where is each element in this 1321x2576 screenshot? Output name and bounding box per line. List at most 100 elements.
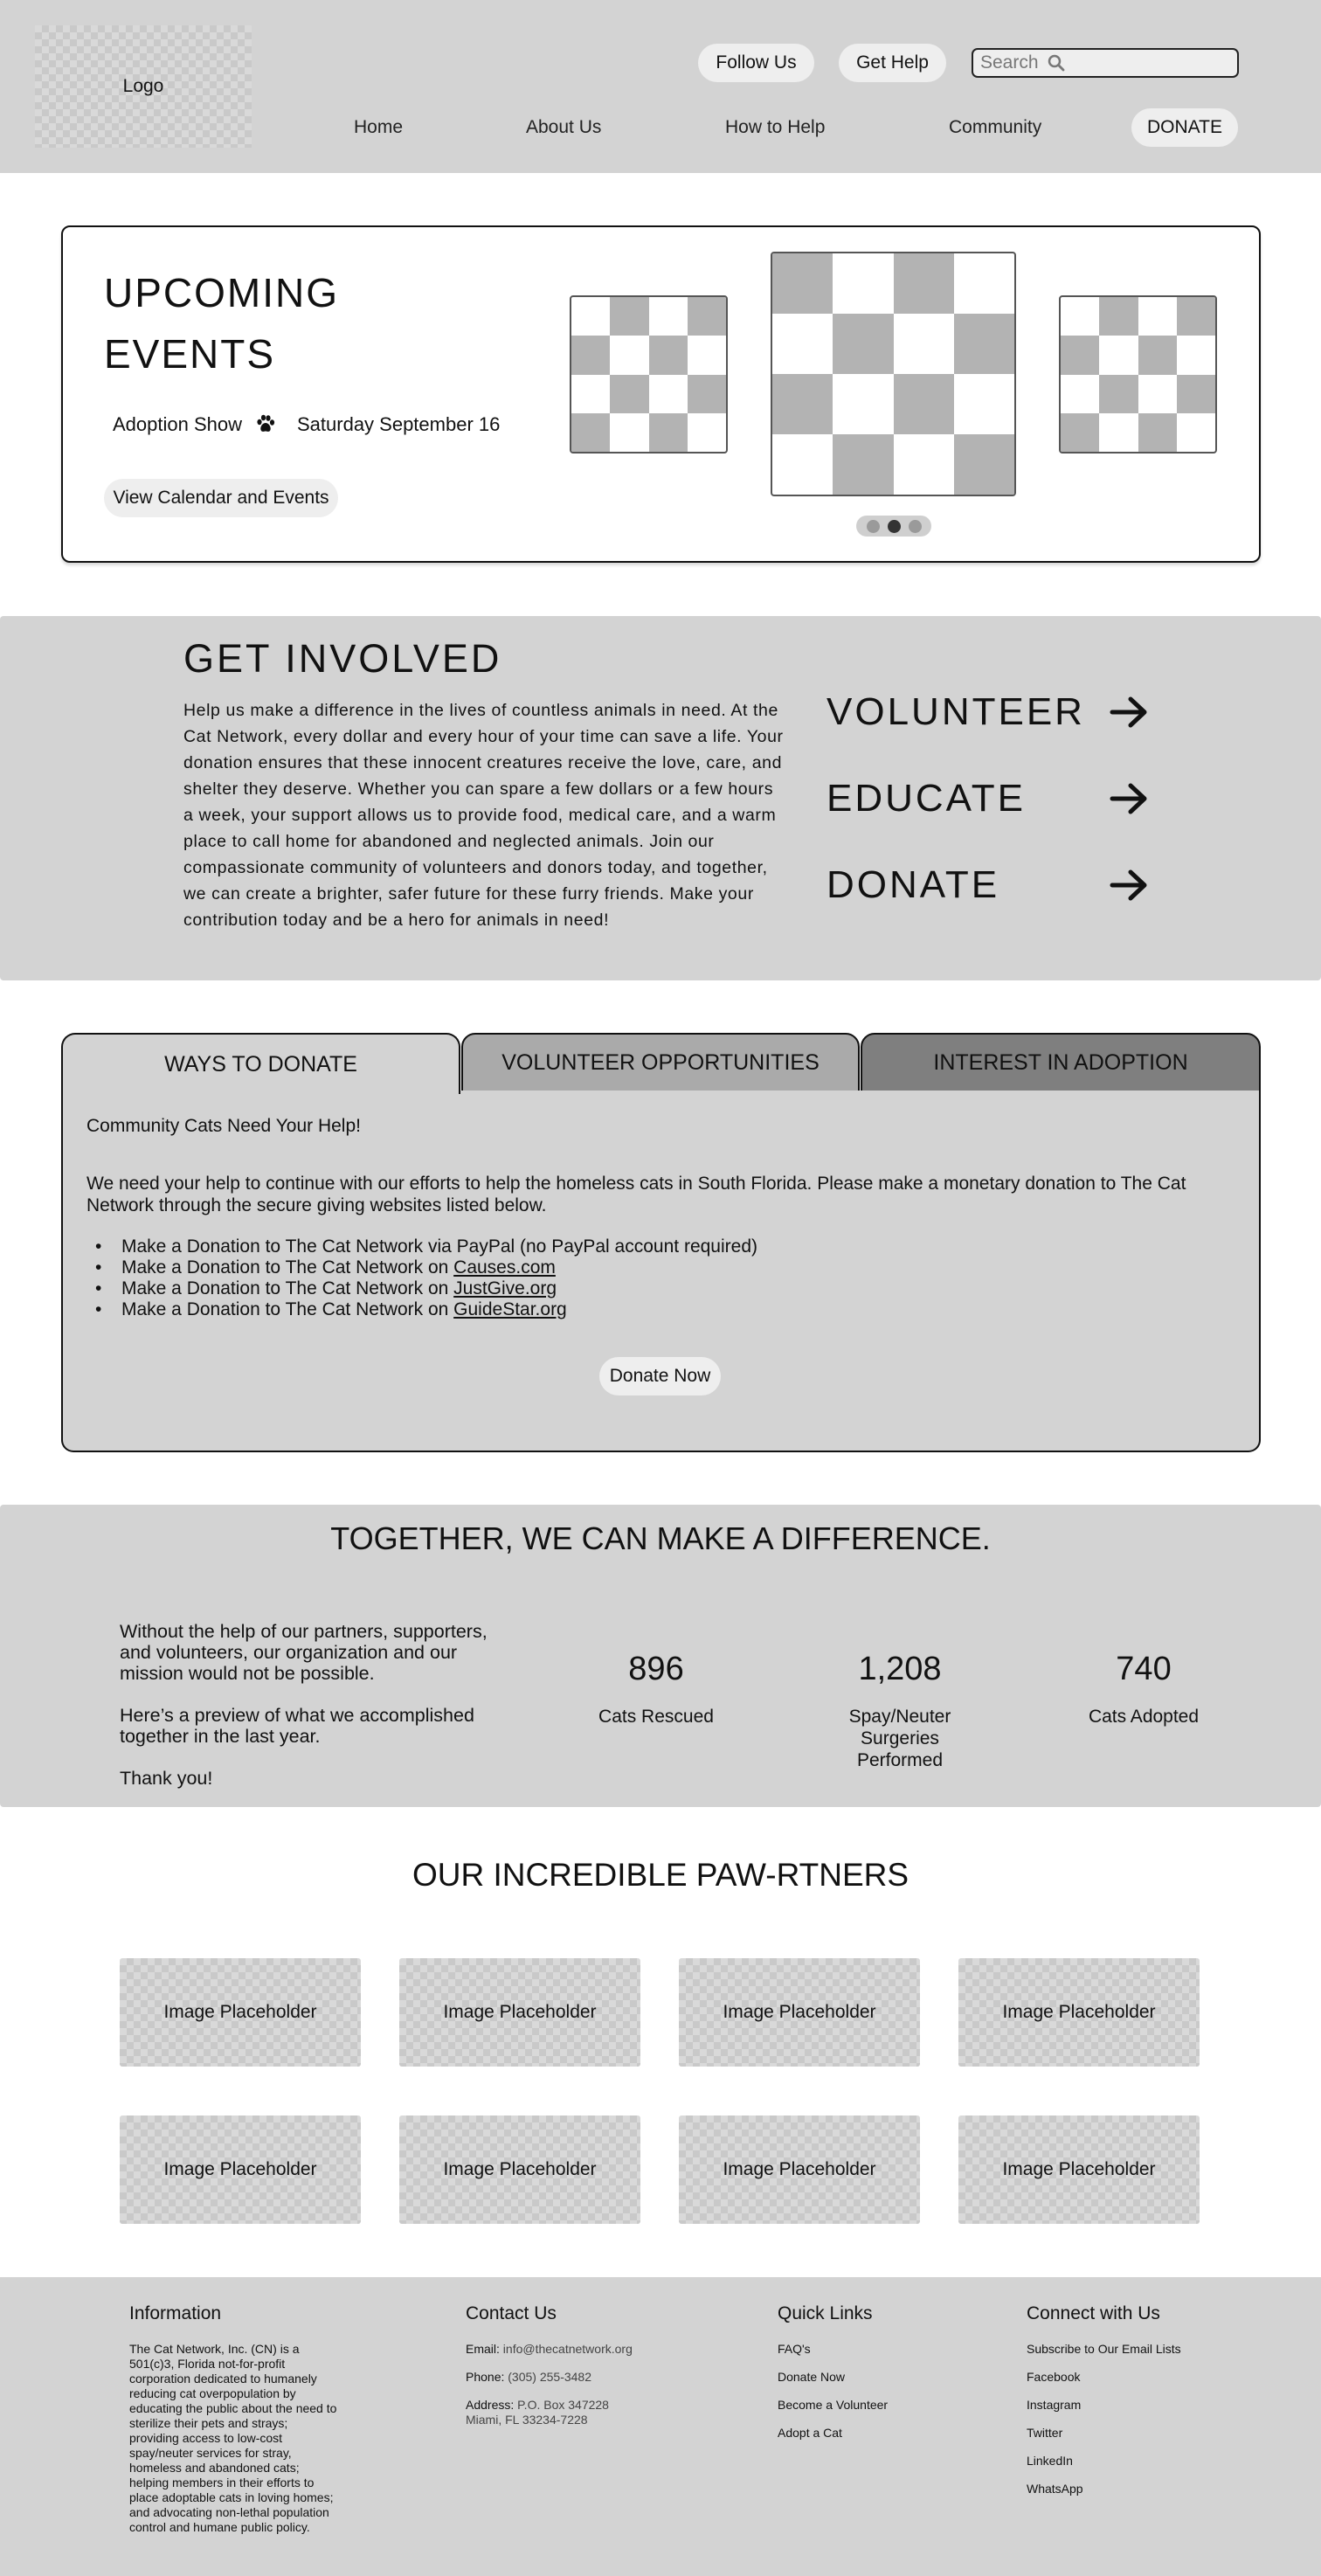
footer-contact-title: Contact Us — [466, 2303, 557, 2323]
partner-logo[interactable]: Image Placeholder — [679, 1958, 920, 2067]
carousel-slide-prev[interactable] — [570, 295, 728, 454]
footer-link-linkedin[interactable]: LinkedIn — [1027, 2454, 1073, 2468]
site-logo[interactable]: Logo — [35, 25, 252, 148]
footer-information-title: Information — [129, 2303, 222, 2323]
search-icon — [1048, 54, 1064, 72]
carousel-dot-active[interactable] — [887, 519, 901, 533]
list-item-text: Make a Donation to The Cat Network on — [121, 1257, 454, 1278]
events-title: UPCOMING EVENTS — [104, 270, 339, 377]
guidestar-link[interactable]: GuideStar.org — [453, 1299, 567, 1319]
event-name: Adoption Show — [113, 413, 242, 435]
footer-phone: Phone: (305) 255-3482 — [466, 2370, 591, 2384]
footer-link-faq[interactable]: FAQ's — [778, 2342, 811, 2356]
address-label: Address: — [466, 2398, 515, 2412]
carousel-slide-active[interactable] — [771, 252, 1016, 496]
footer-address: Address: P.O. Box 347228 Miami, FL 33234-… — [466, 2398, 609, 2427]
footer-link-donate[interactable]: Donate Now — [778, 2370, 845, 2384]
stat-value: 740 — [1116, 1651, 1172, 1687]
footer-link-twitter[interactable]: Twitter — [1027, 2426, 1062, 2440]
search-input[interactable]: Search — [972, 48, 1239, 78]
panel-heading: Community Cats Need Your Help! — [86, 1116, 361, 1136]
nav-home[interactable]: Home — [354, 114, 403, 142]
carousel-dots — [856, 516, 931, 537]
causes-link[interactable]: Causes.com — [453, 1257, 556, 1278]
partner-logo[interactable]: Image Placeholder — [679, 2116, 920, 2224]
carousel-slide-next[interactable] — [1059, 295, 1217, 454]
donate-label: DONATE — [826, 863, 1000, 906]
list-item: Make a Donation to The Cat Network on Gu… — [86, 1299, 873, 1320]
impact-title: TOGETHER, WE CAN MAKE A DIFFERENCE. — [330, 1520, 991, 1556]
donation-links-list: Make a Donation to The Cat Network via P… — [86, 1236, 873, 1320]
phone-value[interactable]: (305) 255-3482 — [508, 2370, 591, 2384]
impact-paragraph: Here’s a preview of what we accomplished… — [120, 1705, 474, 1747]
footer-link-volunteer[interactable]: Become a Volunteer — [778, 2398, 888, 2412]
partner-logo[interactable]: Image Placeholder — [399, 1958, 640, 2067]
panel-text: We need your help to continue with our e… — [86, 1174, 1186, 1215]
carousel-dot[interactable] — [908, 519, 922, 533]
stat-value: 1,208 — [858, 1651, 942, 1687]
email-label: Email: — [466, 2342, 500, 2356]
stat-surgeries: 1,208 Spay/Neuter Surgeries Performed — [786, 1651, 1013, 1771]
list-item-text: Make a Donation to The Cat Network on — [121, 1278, 454, 1298]
partner-logo[interactable]: Image Placeholder — [958, 1958, 1200, 2067]
partner-logo[interactable]: Image Placeholder — [958, 2116, 1200, 2224]
list-item-text: Make a Donation to The Cat Network on — [121, 1299, 454, 1319]
stat-cats-rescued: 896 Cats Rescued — [543, 1651, 770, 1728]
view-calendar-button[interactable]: View Calendar and Events — [104, 479, 338, 517]
tab-interest-in-adoption[interactable]: INTEREST IN ADOPTION — [861, 1033, 1261, 1092]
justgive-link[interactable]: JustGive.org — [453, 1278, 557, 1298]
slide-image-placeholder — [571, 297, 726, 452]
nav-how-to-help[interactable]: How to Help — [725, 114, 825, 142]
list-item[interactable]: Make a Donation to The Cat Network via P… — [86, 1236, 873, 1257]
volunteer-label: VOLUNTEER — [826, 690, 1085, 733]
footer-email: Email: info@thecatnetwork.org — [466, 2342, 633, 2356]
nav-community[interactable]: Community — [949, 114, 1041, 142]
slide-image-placeholder — [1061, 297, 1215, 452]
get-help-button[interactable]: Get Help — [839, 44, 946, 82]
nav-donate-button[interactable]: DONATE — [1131, 108, 1238, 147]
volunteer-link[interactable]: VOLUNTEER — [826, 686, 1150, 738]
impact-paragraph: Without the help of our partners, suppor… — [120, 1621, 488, 1684]
carousel-dot[interactable] — [866, 519, 880, 533]
partner-logo[interactable]: Image Placeholder — [120, 1958, 361, 2067]
list-item: Make a Donation to The Cat Network on Ca… — [86, 1257, 873, 1278]
tab-volunteer-opportunities[interactable]: VOLUNTEER OPPORTUNITIES — [461, 1033, 860, 1092]
footer-quick-links-title: Quick Links — [778, 2303, 873, 2323]
stat-label: Cats Adopted — [1088, 1707, 1200, 1727]
event-date: Saturday September 16 — [297, 413, 501, 435]
follow-us-button[interactable]: Follow Us — [698, 44, 814, 82]
educate-label: EDUCATE — [826, 777, 1026, 820]
donate-link[interactable]: DONATE — [826, 859, 1150, 911]
list-item-text: Make a Donation to The Cat Network via P… — [121, 1236, 757, 1257]
address-line: Miami, FL 33234-7228 — [466, 2413, 588, 2427]
logo-label: Logo — [122, 76, 164, 96]
stat-label: Spay/Neuter Surgeries Performed — [848, 1707, 951, 1770]
slide-image-placeholder — [772, 253, 1014, 495]
impact-text: Without the help of our partners, suppor… — [120, 1621, 522, 1789]
impact-thanks: Thank you! — [120, 1768, 213, 1789]
arrow-right-icon — [1110, 696, 1147, 728]
partners-title: OUR INCREDIBLE PAW-RTNERS — [412, 1857, 909, 1893]
partner-logo[interactable]: Image Placeholder — [399, 2116, 640, 2224]
footer-link-instagram[interactable]: Instagram — [1027, 2398, 1081, 2412]
get-involved-title: GET INVOLVED — [183, 636, 502, 681]
footer-link-facebook[interactable]: Facebook — [1027, 2370, 1080, 2384]
footer-link-whatsapp[interactable]: WhatsApp — [1027, 2482, 1083, 2496]
footer-link-subscribe[interactable]: Subscribe to Our Email Lists — [1027, 2342, 1181, 2356]
partner-logo[interactable]: Image Placeholder — [120, 2116, 361, 2224]
footer-connect-title: Connect with Us — [1027, 2303, 1160, 2323]
arrow-right-icon — [1110, 869, 1147, 901]
educate-link[interactable]: EDUCATE — [826, 772, 1150, 825]
donate-now-button[interactable]: Donate Now — [599, 1357, 721, 1395]
footer-link-adopt[interactable]: Adopt a Cat — [778, 2426, 842, 2440]
stat-cats-adopted: 740 Cats Adopted — [1030, 1651, 1257, 1728]
paw-icon — [257, 414, 275, 432]
nav-about-us[interactable]: About Us — [526, 114, 601, 142]
email-link[interactable]: info@thecatnetwork.org — [503, 2342, 633, 2356]
arrow-right-icon — [1110, 783, 1147, 814]
stat-label: Cats Rescued — [598, 1707, 714, 1727]
get-involved-text: Help us make a difference in the lives o… — [183, 701, 784, 930]
list-item: Make a Donation to The Cat Network on Ju… — [86, 1278, 873, 1299]
search-placeholder: Search — [980, 52, 1039, 73]
tab-ways-to-donate[interactable]: WAYS TO DONATE — [61, 1033, 460, 1094]
